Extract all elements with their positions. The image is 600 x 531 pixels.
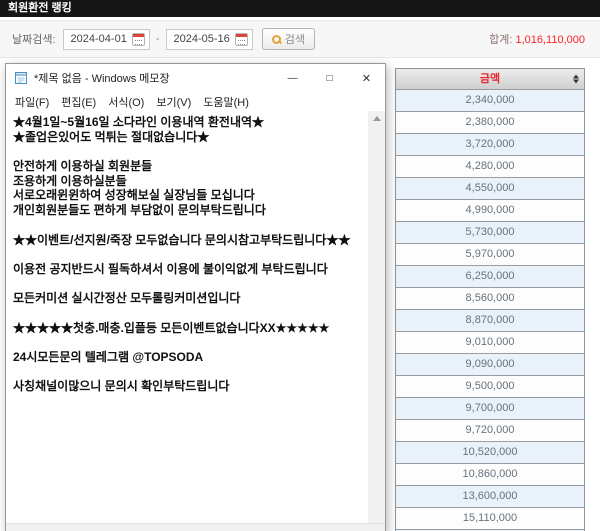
menu-item[interactable]: 보기(V): [150, 94, 197, 110]
table-row: 2,380,000: [396, 111, 584, 133]
table-row: 9,720,000: [396, 419, 584, 441]
notepad-text-line: ★★이벤트/선지원/죽장 모두없습니다 문의시참고부탁드립니다★★: [13, 233, 368, 248]
notepad-text-line: [13, 306, 368, 321]
date-to-value: 2024-05-16: [174, 33, 230, 45]
notepad-text-area[interactable]: ★4월1일~5월16일 소다라인 이용내역 환전내역★★졸업은있어도 먹튀는 절…: [6, 111, 368, 524]
search-button-label: 검색: [285, 31, 305, 47]
search-button[interactable]: 검색: [262, 28, 315, 50]
notepad-text-line: 개인회원분들도 편하게 부담없이 문의부탁드립니다: [13, 203, 368, 218]
table-row: 9,010,000: [396, 331, 584, 353]
amount-table: 금액 2,340,0002,380,0003,720,0004,280,0004…: [395, 68, 585, 531]
notepad-text-line: [13, 247, 368, 262]
notepad-text-line: 모든커미션 실시간정산 모두롤링커미션입니다: [13, 291, 368, 306]
notepad-text-line: 24시모든문의 텔레그램 @TOPSODA: [13, 350, 368, 365]
vertical-scrollbar[interactable]: [368, 111, 385, 524]
menu-item[interactable]: 도움말(H): [197, 94, 255, 110]
table-row: 9,090,000: [396, 353, 584, 375]
table-row: 8,870,000: [396, 309, 584, 331]
date-range-separator: -: [156, 33, 160, 45]
notepad-text-line: [13, 144, 368, 159]
table-row: 13,600,000: [396, 485, 584, 507]
notepad-menubar: 파일(F)편집(E)서식(O)보기(V)도움말(H): [6, 92, 385, 111]
date-to-input[interactable]: 2024-05-16: [166, 29, 253, 50]
notepad-text-line: [13, 335, 368, 350]
table-row: 4,990,000: [396, 199, 584, 221]
table-row: 10,860,000: [396, 463, 584, 485]
close-button[interactable]: ✕: [348, 64, 385, 92]
notepad-text-line: 이용전 공지반드시 필독하셔서 이용에 불이익없게 부탁드립니다: [13, 262, 368, 277]
table-body: 2,340,0002,380,0003,720,0004,280,0004,55…: [396, 89, 584, 531]
notepad-window-title: *제목 없음 - Windows 메모장: [34, 70, 274, 86]
notepad-text-line: ★졸업은있어도 먹튀는 절대없습니다★: [13, 130, 368, 145]
table-row: 9,500,000: [396, 375, 584, 397]
minimize-button[interactable]: —: [274, 64, 311, 92]
calendar-icon[interactable]: [235, 33, 248, 46]
table-row: 5,730,000: [396, 221, 584, 243]
date-search-label: 날짜검색:: [12, 31, 56, 47]
maximize-button[interactable]: □: [311, 64, 348, 92]
filter-bar: 날짜검색: 2024-04-01 - 2024-05-16 검색 합계: 1,0…: [0, 20, 600, 58]
table-row: 3,720,000: [396, 133, 584, 155]
total-value: 1,016,110,000: [515, 34, 585, 46]
notepad-text-line: 안전하게 이용하실 회원분들: [13, 159, 368, 174]
notepad-text-line: 사칭채널이많으니 문의시 확인부탁드립니다: [13, 379, 368, 394]
table-row: 9,700,000: [396, 397, 584, 419]
notepad-text-line: ★4월1일~5월16일 소다라인 이용내역 환전내역★: [13, 115, 368, 130]
amount-column-header[interactable]: 금액: [396, 69, 584, 89]
table-row: 4,550,000: [396, 177, 584, 199]
table-row: 10,520,000: [396, 441, 584, 463]
sort-icon: [573, 75, 579, 84]
date-from-input[interactable]: 2024-04-01: [63, 29, 150, 50]
notepad-text-line: [13, 218, 368, 233]
table-row: 15,110,000: [396, 507, 584, 529]
table-row: 5,970,000: [396, 243, 584, 265]
horizontal-scrollbar[interactable]: [6, 523, 385, 531]
table-row: 6,250,000: [396, 265, 584, 287]
notepad-titlebar[interactable]: *제목 없음 - Windows 메모장 — □ ✕: [6, 64, 385, 92]
date-from-value: 2024-04-01: [71, 33, 127, 45]
total-label: 합계:: [489, 34, 512, 46]
table-row: 8,560,000: [396, 287, 584, 309]
total-summary: 합계: 1,016,110,000: [489, 31, 585, 47]
screen: 회원환전 랭킹 날짜검색: 2024-04-01 - 2024-05-16 검색…: [0, 0, 600, 531]
notepad-text-line: 서로오래윈윈하여 성장해보실 실장님들 모십니다: [13, 188, 368, 203]
notepad-text-line: [13, 277, 368, 292]
notepad-window: *제목 없음 - Windows 메모장 — □ ✕ 파일(F)편집(E)서식(…: [5, 63, 386, 531]
notepad-text-line: [13, 365, 368, 380]
table-row: 4,280,000: [396, 155, 584, 177]
amount-header-label: 금액: [480, 73, 500, 85]
window-controls: — □ ✕: [274, 64, 385, 92]
notepad-text-line: ★★★★★첫충.매충.입플등 모든이벤트없습니다XX★★★★★: [13, 321, 368, 336]
notepad-text-line: 조용하게 이용하실분들: [13, 174, 368, 189]
scroll-up-icon[interactable]: [373, 116, 381, 121]
notepad-icon: [14, 71, 28, 85]
menu-item[interactable]: 파일(F): [9, 94, 55, 110]
table-row: 2,340,000: [396, 89, 584, 111]
menu-item[interactable]: 편집(E): [55, 94, 102, 110]
menu-item[interactable]: 서식(O): [102, 94, 150, 110]
calendar-icon[interactable]: [132, 33, 145, 46]
search-icon: [272, 35, 281, 44]
page-title: 회원환전 랭킹: [0, 0, 600, 17]
